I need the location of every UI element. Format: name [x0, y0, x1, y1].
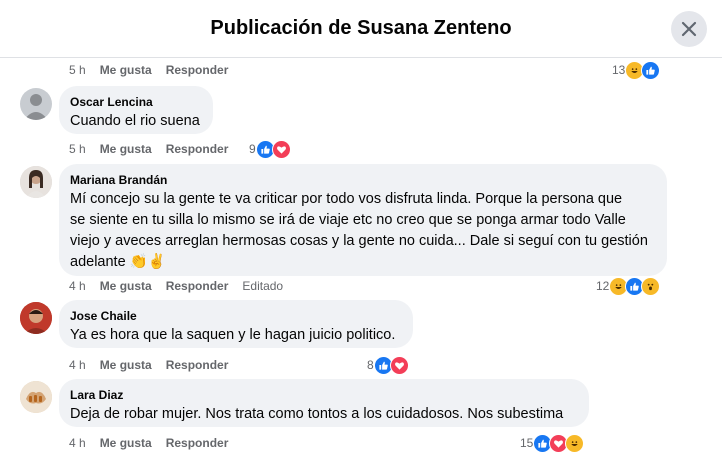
reaction-summary[interactable]: 8	[367, 355, 409, 375]
reaction-count: 15	[520, 436, 534, 450]
comment-text: Ya es hora que la saquen y le hagan juic…	[70, 327, 396, 343]
comment-meta: 5 h Me gusta Responder	[69, 141, 242, 157]
reaction-count: 9	[249, 142, 256, 156]
comment-bubble: Jose Chaile Ya es hora que la saquen y l…	[59, 300, 413, 348]
dialog-title: Publicación de Susana Zenteno	[210, 17, 512, 39]
comment-meta: 4 h Me gusta Responder	[69, 357, 242, 373]
comment-text-line: viejo y aveces arreglan hermosas cosas y…	[70, 233, 648, 249]
love-reaction-icon	[271, 139, 291, 159]
close-button[interactable]	[671, 11, 707, 47]
comment-meta-previous: 5 h Me gusta Responder	[69, 62, 242, 78]
comments-list: 5 h Me gusta Responder 13 Oscar Lencina …	[0, 58, 722, 453]
comment-author[interactable]: Mariana Brandán	[70, 172, 655, 188]
reaction-summary[interactable]: 9	[249, 139, 291, 159]
reaction-count: 8	[367, 358, 374, 372]
comment-bubble: Lara Diaz Deja de robar mujer. Nos trata…	[59, 379, 589, 427]
reaction-summary[interactable]: 15	[520, 433, 585, 453]
reply-link[interactable]: Responder	[166, 142, 229, 156]
reply-link[interactable]: Responder	[166, 63, 229, 77]
comment-time: 4 h	[69, 358, 86, 372]
comment-author[interactable]: Oscar Lencina	[70, 94, 201, 110]
reply-link[interactable]: Responder	[166, 279, 229, 293]
comment-author[interactable]: Jose Chaile	[70, 308, 401, 324]
reply-link[interactable]: Responder	[166, 436, 229, 450]
comment-time: 4 h	[69, 436, 86, 450]
dialog-header: Publicación de Susana Zenteno	[0, 0, 722, 58]
comment-bubble: Oscar Lencina Cuando el rio suena	[59, 86, 213, 134]
comment-text-line: adelante 👏✌	[70, 254, 166, 270]
comment-text: Mí concejo su la gente te va criticar po…	[70, 189, 655, 273]
reaction-summary[interactable]: 13	[612, 60, 661, 80]
reaction-count: 12	[596, 279, 610, 293]
comment-bubble: Mariana Brandán Mí concejo su la gente t…	[59, 164, 667, 276]
comment-author[interactable]: Lara Diaz	[70, 387, 577, 403]
edited-label[interactable]: Editado	[242, 279, 283, 293]
comment-text-line: Mí concejo su la gente te va criticar po…	[70, 191, 623, 207]
comment-text: Deja de robar mujer. Nos trata como tont…	[70, 406, 564, 422]
like-reaction-icon	[641, 60, 661, 80]
avatar[interactable]	[20, 88, 52, 120]
like-link[interactable]: Me gusta	[100, 358, 152, 372]
comment-text-line: se siente en tu silla lo mismo se irá de…	[70, 212, 626, 228]
avatar[interactable]	[20, 166, 52, 198]
comment-time: 5 h	[69, 142, 86, 156]
avatar[interactable]	[20, 302, 52, 334]
comment-time: 4 h	[69, 279, 86, 293]
avatar[interactable]	[20, 381, 52, 413]
comment-text: Cuando el rio suena	[70, 113, 200, 129]
like-link[interactable]: Me gusta	[100, 436, 152, 450]
close-icon	[681, 21, 697, 37]
comment-meta: 4 h Me gusta Responder Editado	[69, 278, 297, 294]
reply-link[interactable]: Responder	[166, 358, 229, 372]
reaction-summary[interactable]: 12	[596, 276, 661, 296]
reaction-count: 13	[612, 63, 626, 77]
comment-time: 5 h	[69, 63, 86, 77]
comment-meta: 4 h Me gusta Responder	[69, 435, 242, 451]
love-reaction-icon	[389, 355, 409, 375]
wow-reaction-icon	[641, 276, 661, 296]
like-link[interactable]: Me gusta	[100, 63, 152, 77]
like-link[interactable]: Me gusta	[100, 142, 152, 156]
like-link[interactable]: Me gusta	[100, 279, 152, 293]
